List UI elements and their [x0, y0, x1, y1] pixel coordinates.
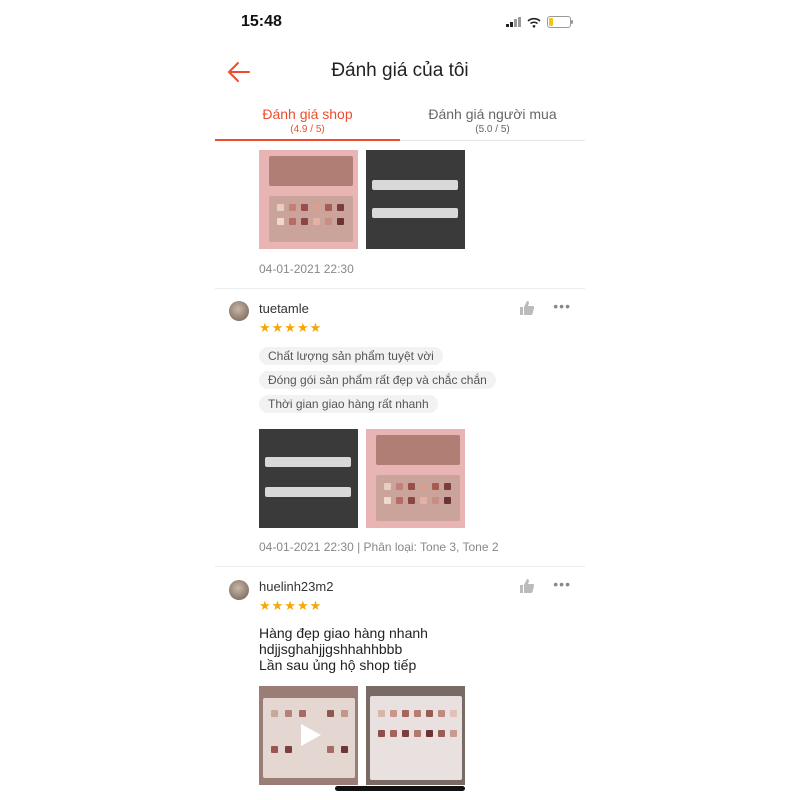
battery-icon — [547, 16, 573, 28]
tab-rating: (5.0 / 5) — [475, 124, 510, 135]
review-tag: Đóng gói sản phẩm rất đẹp và chắc chắn — [259, 371, 496, 389]
review-image[interactable] — [366, 686, 465, 785]
divider — [215, 566, 585, 567]
divider — [215, 288, 585, 289]
review-tag: Chất lượng sản phẩm tuyệt vời — [259, 347, 443, 365]
tab-shop-reviews[interactable]: Đánh giá shop (4.9 / 5) — [215, 104, 400, 141]
status-icons — [506, 16, 573, 28]
home-indicator[interactable] — [335, 786, 465, 791]
star-rating: ★★★★★ — [259, 320, 323, 335]
status-time: 15:48 — [241, 13, 282, 30]
avatar[interactable] — [229, 580, 249, 600]
review-image[interactable] — [259, 150, 358, 249]
review-comment-line: Lần sau ủng hộ shop tiếp — [259, 657, 417, 673]
avatar[interactable] — [229, 301, 249, 321]
review-comment-line: hdjjsghahjjgshhahhbbb — [259, 641, 403, 657]
review-meta: 04-01-2021 22:30 | Phân loại: Tone 3, To… — [259, 540, 499, 554]
tab-label: Đánh giá shop — [262, 106, 353, 122]
review-image[interactable] — [366, 150, 465, 249]
review-tag: Thời gian giao hàng rất nhanh — [259, 395, 438, 413]
star-rating: ★★★★★ — [259, 598, 323, 613]
wifi-icon — [527, 17, 541, 28]
more-dots-icon[interactable]: ••• — [553, 298, 571, 314]
more-dots-icon[interactable]: ••• — [553, 576, 571, 592]
play-icon[interactable] — [297, 722, 323, 748]
thumbs-up-icon[interactable] — [519, 578, 535, 594]
review-comment-line: Hàng đẹp giao hàng nhanh — [259, 625, 428, 641]
tab-label: Đánh giá người mua — [428, 106, 557, 122]
page-title: Đánh giá của tôi — [331, 60, 469, 81]
review-image[interactable] — [259, 429, 358, 528]
tab-rating: (4.9 / 5) — [290, 124, 325, 135]
phone-screen: 15:48 Đánh giá của tôi Đánh giá shop (4.… — [215, 0, 585, 800]
reviewer-name: huelinh23m2 — [259, 579, 334, 594]
review-meta: 04-01-2021 22:30 — [259, 262, 354, 276]
thumbs-up-icon[interactable] — [519, 300, 535, 316]
reviewer-name: tuetamle — [259, 301, 309, 316]
tab-buyer-reviews[interactable]: Đánh giá người mua (5.0 / 5) — [400, 104, 585, 140]
review-image[interactable] — [366, 429, 465, 528]
review-video[interactable] — [259, 686, 358, 785]
signal-icon — [506, 17, 521, 27]
tab-bar: Đánh giá shop (4.9 / 5) Đánh giá người m… — [215, 104, 585, 141]
